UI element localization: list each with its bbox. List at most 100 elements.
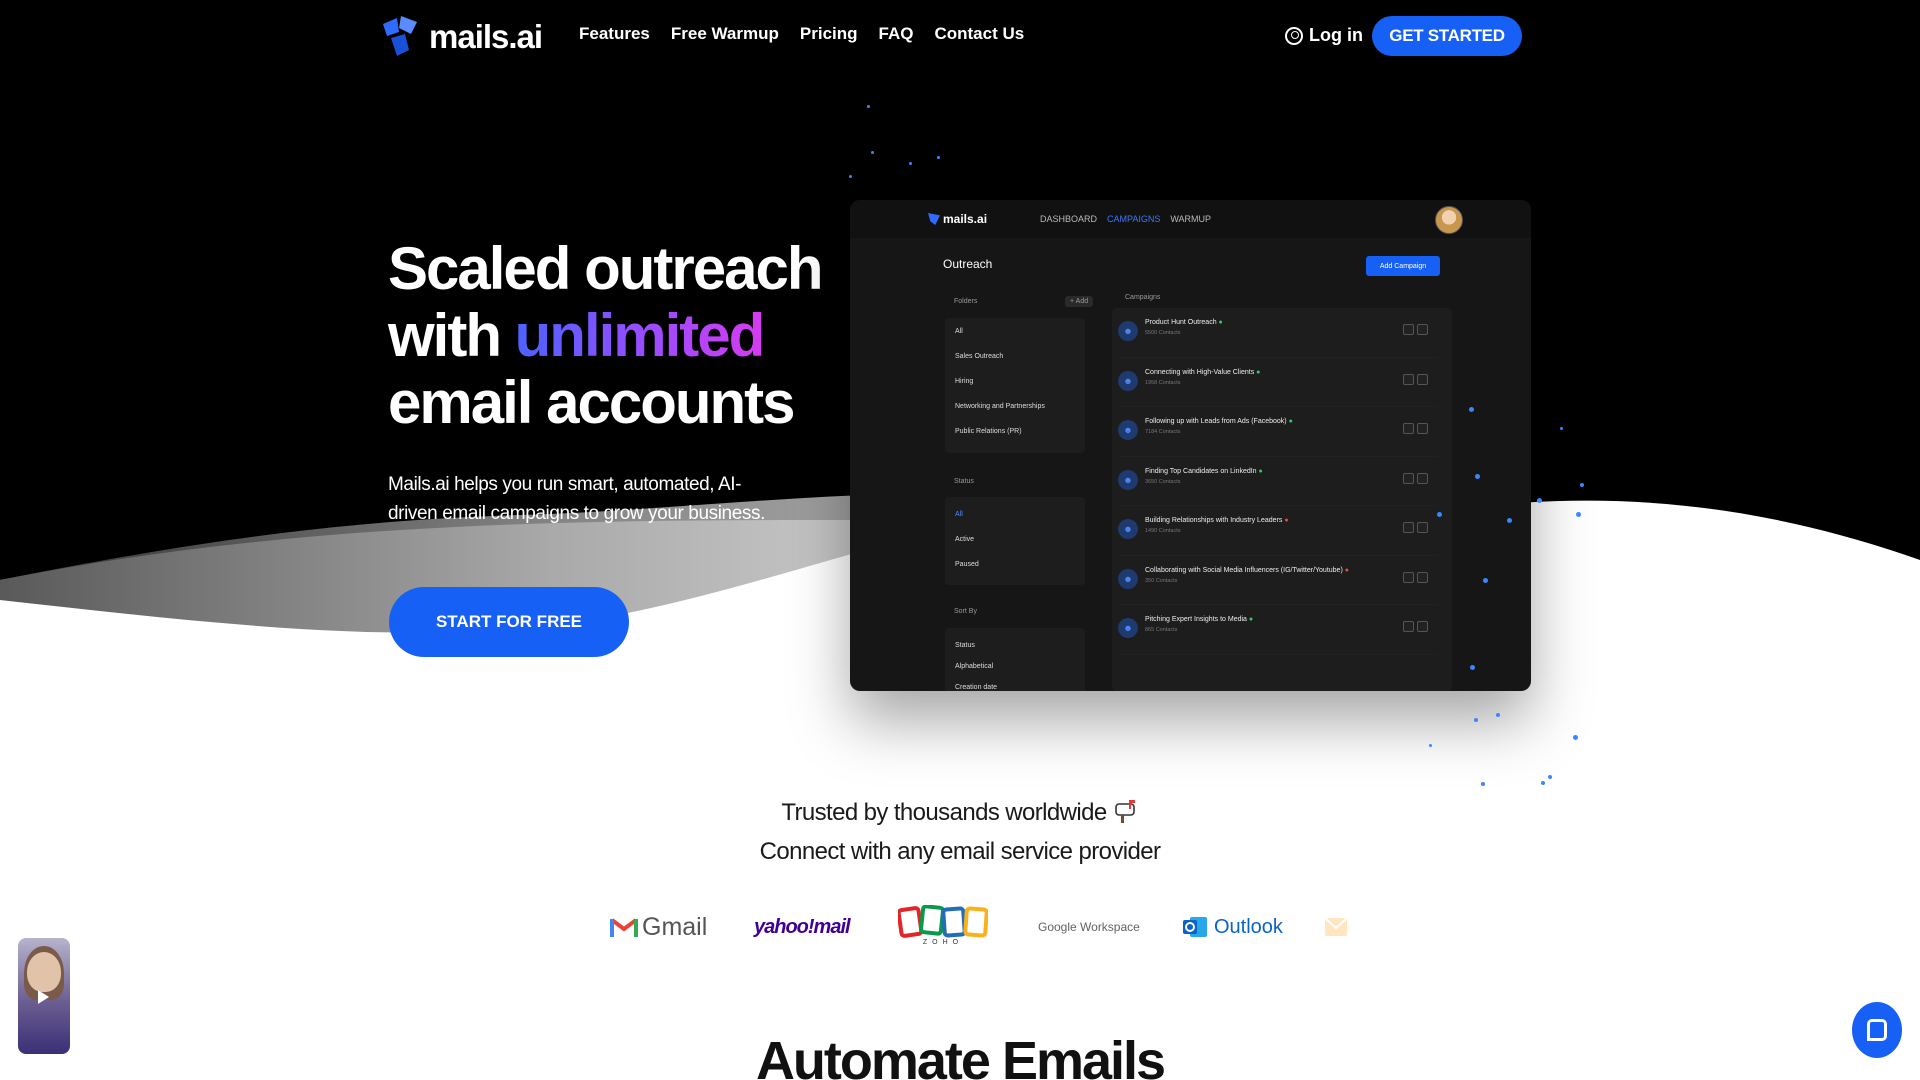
hero-subtitle: Mails.ai helps you run smart, automated,… <box>388 474 765 524</box>
sparkle-dot <box>1481 782 1485 786</box>
nav-link-free-warmup[interactable]: Free Warmup <box>671 24 779 44</box>
logo-mark-icon <box>383 16 417 56</box>
status-item: Paused <box>955 561 979 568</box>
top-nav: mails.ai Features Free Warmup Pricing FA… <box>0 0 1920 72</box>
sparkle-dot <box>1429 744 1432 747</box>
sparkle-dot <box>867 105 870 108</box>
app-preview-campaign-list: ☻ Product Hunt Outreach ● 5500 Contacts ☻ C… <box>1118 308 1438 655</box>
campaign-count: 865 Contacts <box>1145 627 1178 633</box>
campaign-controls <box>1403 571 1428 583</box>
campaign-name: Collaborating with Social Media Influenc… <box>1145 567 1349 574</box>
campaign-controls <box>1403 522 1428 533</box>
sparkle-dot <box>849 175 852 178</box>
campaign-row: ☻ Following up with Leads from Ads (Faceb… <box>1118 407 1438 457</box>
trusted-heading: Trusted by thousands worldwide <box>0 798 1920 827</box>
sparkle-dot <box>1576 512 1581 517</box>
app-preview-status-panel: All Active Paused <box>945 497 1085 585</box>
campaign-row: ☻ Connecting with High-Value Clients ● 195… <box>1118 358 1438 407</box>
folder-item: Networking and Partnerships <box>955 403 1045 410</box>
hero-title-line3: email accounts <box>388 369 796 436</box>
app-preview: mails.ai DASHBOARD CAMPAIGNS WARMUP Outr… <box>850 200 1531 691</box>
outlook-label: Outlook <box>1214 915 1283 938</box>
app-preview-add-campaign-button: Add Campaign <box>1366 256 1440 276</box>
folder-item: Hiring <box>955 378 974 385</box>
sort-item: Status <box>955 642 975 649</box>
folder-item: All <box>955 328 963 335</box>
sparkle-dot <box>1548 775 1552 779</box>
campaign-row: ☻ Pitching Expert Insights to Media ● 865 … <box>1118 605 1438 655</box>
campaign-row: ☻ Product Hunt Outreach ● 5500 Contacts <box>1118 308 1438 358</box>
status-item: Active <box>955 536 975 543</box>
sparkle-dot <box>1496 713 1500 717</box>
campaign-name: Connecting with High-Value Clients ● <box>1145 369 1260 376</box>
video-widget[interactable] <box>18 938 70 1054</box>
app-preview-sort-panel: Status Alphabetical Creation date <box>945 628 1085 691</box>
sparkle-dot <box>1437 512 1442 517</box>
status-dot: ● <box>1258 467 1263 475</box>
campaign-name-text: Pitching Expert Insights to Media <box>1145 616 1247 623</box>
chat-button[interactable] <box>1852 1002 1902 1058</box>
hero-title-line2: with unlimited <box>388 302 908 369</box>
status-dot: ● <box>1288 418 1293 425</box>
sort-item: Alphabetical <box>955 663 994 670</box>
campaign-name: Pitching Expert Insights to Media ● <box>1145 616 1253 623</box>
campaign-name-text: Collaborating with Social Media Influenc… <box>1145 566 1343 574</box>
mailbox-icon <box>1114 800 1135 823</box>
campaign-user-icon: ☻ <box>1118 568 1138 589</box>
yahoo-mail-label: yahoo!mail <box>754 915 851 938</box>
nav-links: Features Free Warmup Pricing FAQ Contact… <box>579 24 1045 44</box>
status-dot: ● <box>1344 566 1349 574</box>
login-link[interactable]: Log in <box>1285 25 1363 46</box>
campaign-name: Building Relationships with Industry Lea… <box>1145 517 1289 524</box>
chat-icon <box>1867 1019 1887 1041</box>
campaign-count: 350 Contacts <box>1145 577 1178 584</box>
user-icon <box>1285 26 1303 45</box>
yahoo-mail-logo: yahoo!mail <box>754 905 851 949</box>
campaign-name-text: Connecting with High-Value Clients <box>1145 368 1255 376</box>
campaign-controls <box>1403 373 1428 385</box>
nav-link-contact-us[interactable]: Contact Us <box>934 24 1024 44</box>
campaign-name: Following up with Leads from Ads (Facebo… <box>1145 418 1293 425</box>
google-workspace-label: Google Workspace <box>1038 920 1140 934</box>
campaign-name-text: Product Hunt Outreach <box>1145 319 1217 326</box>
app-preview-folders-label: Folders <box>954 298 978 305</box>
get-started-button[interactable]: GET STARTED <box>1372 16 1522 56</box>
nav-link-faq[interactable]: FAQ <box>879 24 914 44</box>
app-preview-sort-label: Sort By <box>954 608 977 615</box>
sparkle-dot <box>1560 427 1563 430</box>
start-for-free-button[interactable]: START FOR FREE <box>389 587 629 657</box>
campaign-row: ☻ Finding Top Candidates on LinkedIn ● 365… <box>1118 457 1438 506</box>
app-preview-topbar: mails.ai DASHBOARD CAMPAIGNS WARMUP <box>850 200 1531 238</box>
logo[interactable]: mails.ai <box>383 16 543 58</box>
hero-title-highlight: unlimited <box>514 302 766 369</box>
google-workspace-logo: Google Workspace <box>1038 905 1140 949</box>
campaign-count: 1958 Contacts <box>1145 379 1181 386</box>
outlook-icon <box>1183 917 1207 937</box>
sparkle-dot <box>1507 518 1512 523</box>
trusted-text: Trusted by thousands worldwide <box>781 799 1107 826</box>
campaign-user-icon: ☻ <box>1118 321 1138 341</box>
gmail-icon <box>610 918 638 937</box>
sparkle-dot <box>1573 735 1578 740</box>
sparkle-dot <box>1474 718 1478 722</box>
play-icon[interactable] <box>38 990 49 1004</box>
sparkle-dot <box>909 162 912 165</box>
sparkle-dot <box>1483 578 1488 583</box>
sort-item: Creation date <box>955 684 998 691</box>
campaign-row: ☻ Building Relationships with Industry Le… <box>1118 506 1438 556</box>
campaign-name-text: Building Relationships with Industry Lea… <box>1145 517 1283 524</box>
provider-logos: Gmail yahoo!mail ZOHO Google Workspace O… <box>540 905 1380 955</box>
campaign-controls <box>1403 472 1428 484</box>
yahoo-faded-icon <box>1325 905 1347 949</box>
nav-link-features[interactable]: Features <box>579 24 650 44</box>
status-item: All <box>955 511 963 518</box>
zoho-label: ZOHO <box>922 939 964 946</box>
sparkle-dot <box>1580 483 1584 487</box>
app-preview-avatar <box>1435 206 1463 234</box>
nav-link-pricing[interactable]: Pricing <box>800 24 858 44</box>
campaign-name-text: Following up with Leads from Ads (Facebo… <box>1145 418 1287 425</box>
status-dot: ● <box>1284 517 1289 524</box>
app-preview-heading: Outreach <box>943 257 993 271</box>
app-preview-tab-warmup: WARMUP <box>1170 214 1212 224</box>
app-preview-campaigns-label: Campaigns <box>1125 294 1161 301</box>
